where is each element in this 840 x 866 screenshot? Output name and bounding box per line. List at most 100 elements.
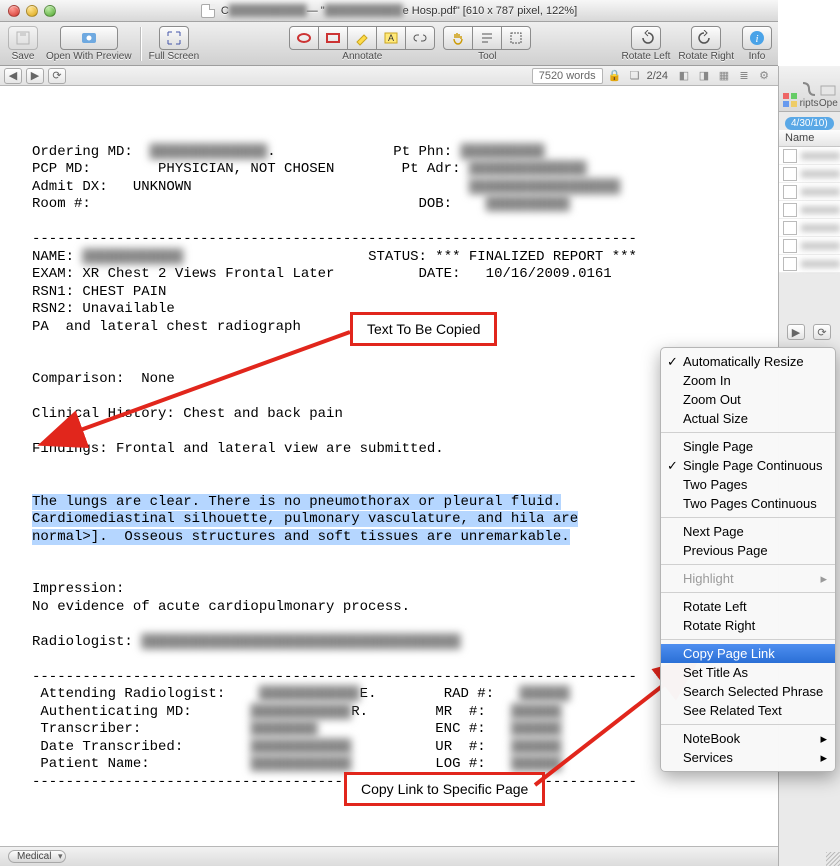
list-item[interactable]	[779, 201, 840, 219]
menu-item-actual-size[interactable]: Actual Size	[661, 409, 835, 428]
list-item[interactable]	[779, 255, 840, 273]
menu-item-zoom-out[interactable]: Zoom Out	[661, 390, 835, 409]
rotate-right-label: Rotate Right	[678, 51, 734, 62]
bottom-tab-medical[interactable]: Medical	[8, 850, 66, 863]
resize-handle[interactable]	[826, 852, 840, 866]
tool-hand-button[interactable]	[443, 26, 473, 50]
zoom-window-button[interactable]	[44, 5, 56, 17]
rectangle-icon	[325, 30, 341, 46]
columns-icon[interactable]: ≣	[736, 68, 752, 84]
open-with-preview-button[interactable]	[60, 26, 118, 50]
window-titlebar: C██████████ — "██████████e Hosp.pdf" [61…	[0, 0, 778, 22]
hand-icon	[450, 30, 466, 46]
annotate-rect-button[interactable]	[318, 26, 348, 50]
side-nav-reload[interactable]: ⟳	[813, 324, 831, 340]
main-toolbar: Save Open With Preview Full Screen A A	[0, 22, 778, 66]
marquee-icon	[508, 30, 524, 46]
document-icon	[201, 4, 215, 18]
text-box-icon: A	[383, 30, 399, 46]
menu-item-see-related-text[interactable]: See Related Text	[661, 701, 835, 720]
tag-icon[interactable]: ◧	[676, 68, 692, 84]
menu-item-set-title-as[interactable]: Set Title As	[661, 663, 835, 682]
rotate-left-icon	[638, 30, 654, 46]
preview-app-icon	[81, 30, 97, 46]
callout-copy-link: Copy Link to Specific Page	[344, 772, 545, 806]
menu-item-rotate-right[interactable]: Rotate Right	[661, 616, 835, 635]
rotate-right-button[interactable]	[691, 26, 721, 50]
oval-icon	[296, 30, 312, 46]
nav-forward-button[interactable]: ▶	[26, 68, 44, 84]
save-label: Save	[12, 51, 35, 62]
open-icon[interactable]	[819, 80, 837, 98]
menu-item-automatically-resize[interactable]: Automatically Resize	[661, 352, 835, 371]
side-file-list[interactable]: Name	[779, 130, 840, 273]
menu-item-copy-page-link[interactable]: Copy Page Link	[661, 644, 835, 663]
full-screen-button[interactable]	[159, 26, 189, 50]
info-icon: i	[749, 30, 765, 46]
page-indicator: 2/24	[647, 70, 668, 82]
rotate-left-label: Rotate Left	[621, 51, 670, 62]
list-item[interactable]	[779, 183, 840, 201]
menu-item-single-page-continuous[interactable]: Single Page Continuous	[661, 456, 835, 475]
menu-item-services[interactable]: Services	[661, 748, 835, 767]
gear-icon[interactable]: ⚙	[756, 68, 772, 84]
menu-item-single-page[interactable]: Single Page	[661, 437, 835, 456]
annotate-label: Annotate	[342, 51, 382, 62]
annotate-segmented: A	[289, 26, 435, 50]
document-page: Ordering MD: ██████████████. Pt Phn: ███…	[8, 86, 768, 846]
list-item[interactable]	[779, 219, 840, 237]
context-menu[interactable]: Automatically ResizeZoom InZoom OutActua…	[660, 347, 836, 772]
list-item[interactable]	[779, 147, 840, 165]
rotate-left-button[interactable]	[631, 26, 661, 50]
svg-text:A: A	[388, 33, 394, 43]
menu-item-zoom-in[interactable]: Zoom In	[661, 371, 835, 390]
side-date-pill[interactable]: 4/30/10)	[785, 117, 834, 130]
full-screen-label: Full Screen	[149, 51, 200, 62]
close-window-button[interactable]	[8, 5, 20, 17]
fullscreen-icon	[166, 30, 182, 46]
annotate-link-button[interactable]	[405, 26, 435, 50]
menu-item-rotate-left[interactable]: Rotate Left	[661, 597, 835, 616]
link-icon	[412, 30, 428, 46]
sidebar-right-icon[interactable]: ◨	[696, 68, 712, 84]
save-button[interactable]	[8, 26, 38, 50]
menu-item-two-pages-continuous[interactable]: Two Pages Continuous	[661, 494, 835, 513]
svg-text:i: i	[755, 33, 758, 45]
secondary-toolbar: ◀ ▶ ⟳ 7520 words 🔒 ❏ 2/24 ◧ ◨ ▦ ≣ ⚙	[0, 66, 778, 86]
menu-item-search-selected-phrase[interactable]: Search Selected Phrase	[661, 682, 835, 701]
side-nav-back[interactable]: ▶	[787, 324, 805, 340]
text-cursor-icon	[479, 30, 495, 46]
annotate-highlight-button[interactable]	[347, 26, 377, 50]
nav-back-button[interactable]: ◀	[4, 68, 22, 84]
bottom-bar: Medical	[0, 846, 778, 866]
info-button[interactable]: i	[742, 26, 772, 50]
callout-text-to-copy: Text To Be Copied	[350, 312, 497, 346]
menu-item-previous-page[interactable]: Previous Page	[661, 541, 835, 560]
word-count: 7520 words	[532, 68, 603, 84]
menu-item-next-page[interactable]: Next Page	[661, 522, 835, 541]
menu-item-notebook[interactable]: NoteBook	[661, 729, 835, 748]
menu-item-two-pages[interactable]: Two Pages	[661, 475, 835, 494]
floppy-icon	[15, 30, 31, 46]
annotate-oval-button[interactable]	[289, 26, 319, 50]
highlighter-icon	[354, 30, 370, 46]
tool-label: Tool	[478, 51, 496, 62]
annotate-textbox-button[interactable]: A	[376, 26, 406, 50]
tool-marquee-button[interactable]	[501, 26, 531, 50]
swatch-icon[interactable]	[781, 91, 799, 109]
tool-text-select-button[interactable]	[472, 26, 502, 50]
nav-reload-button[interactable]: ⟳	[48, 68, 66, 84]
open-with-preview-label: Open With Preview	[46, 51, 132, 62]
minimize-window-button[interactable]	[26, 5, 38, 17]
pin-icon[interactable]: 🔒	[607, 68, 623, 84]
window-title: C██████████ — "██████████e Hosp.pdf" [61…	[0, 0, 778, 22]
menu-item-highlight[interactable]: Highlight	[661, 569, 835, 588]
script-icon[interactable]	[800, 80, 818, 98]
doc-icon[interactable]: ❏	[627, 68, 643, 84]
list-item[interactable]	[779, 165, 840, 183]
tool-segmented	[443, 26, 531, 50]
list-item[interactable]	[779, 237, 840, 255]
info-label: Info	[749, 51, 766, 62]
grid-icon[interactable]: ▦	[716, 68, 732, 84]
side-name-header[interactable]: Name	[779, 130, 840, 147]
